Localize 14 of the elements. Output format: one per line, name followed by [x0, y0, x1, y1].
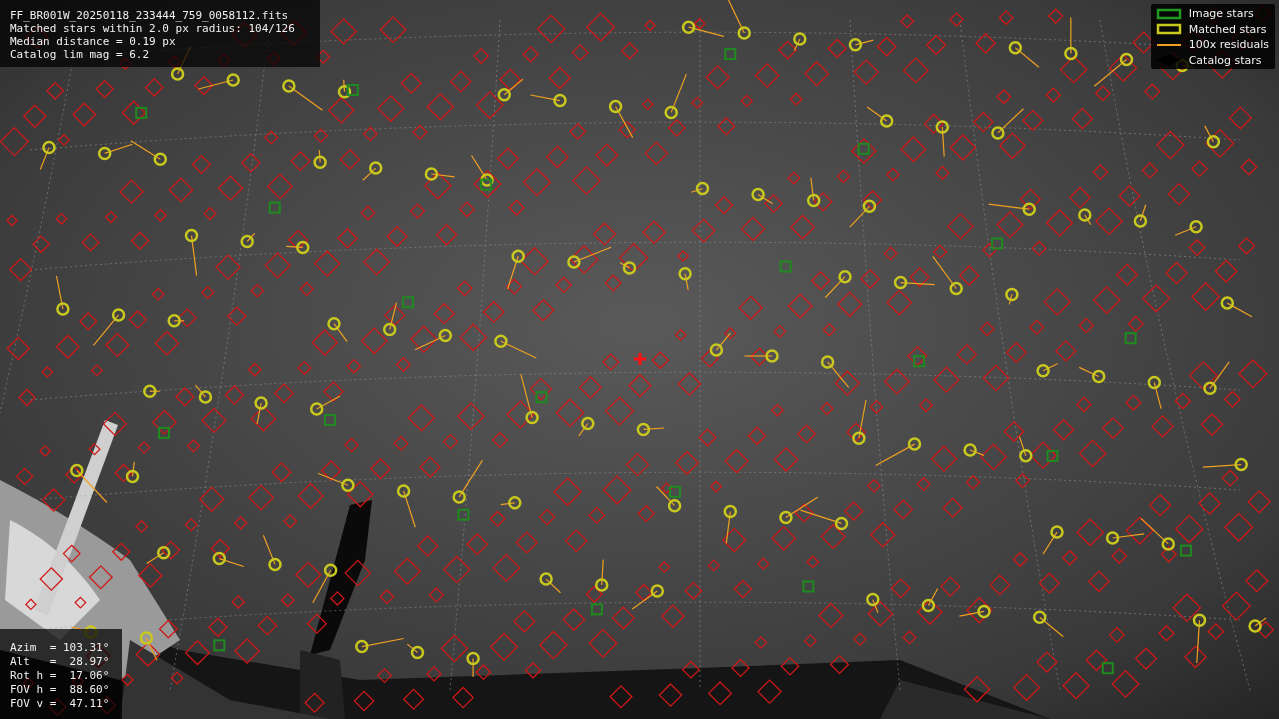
legend-label: Image stars — [1188, 7, 1254, 21]
info-text: FF_BR001W_20250118_233444_759_0058112.fits — [10, 9, 290, 22]
legend-label: Matched stars — [1188, 22, 1267, 36]
center-cross-icon — [632, 351, 648, 367]
info-text: Alt = 28.97° — [10, 655, 111, 669]
info-text: FOV v = 47.11° — [10, 697, 111, 711]
legend-label: Catalog stars — [1188, 53, 1262, 67]
info-text: Azim = 103.31° — [10, 641, 111, 655]
info-text: Matched stars within 2.0 px radius: 104/126 — [10, 22, 296, 35]
info-text: Catalog lim mag = 6.2 — [10, 48, 151, 61]
info-text: Median distance = 0.19 px — [10, 35, 177, 48]
info-text: FOV h = 88.60° — [10, 683, 111, 697]
info-text: Rot h = 17.06° — [10, 669, 111, 683]
legend-label: 100x residuals — [1188, 38, 1269, 52]
